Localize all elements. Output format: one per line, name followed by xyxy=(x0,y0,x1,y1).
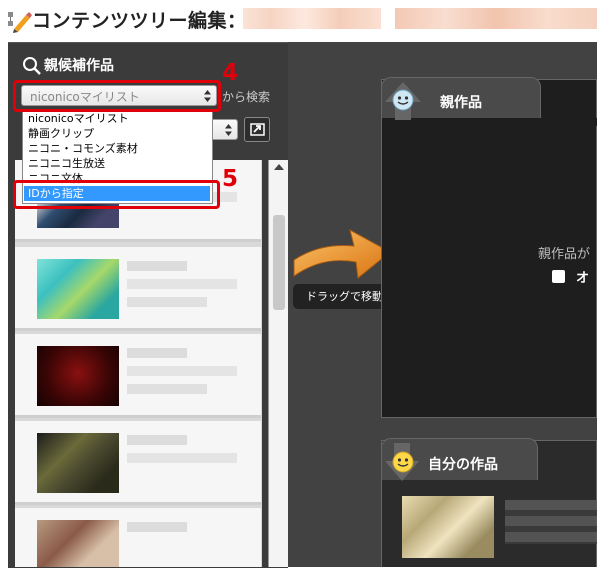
own-work-info xyxy=(505,500,597,544)
thumbnail xyxy=(37,433,119,493)
jump-icon xyxy=(250,123,265,136)
list-item[interactable] xyxy=(15,247,261,331)
item-meta xyxy=(127,297,207,307)
list-item[interactable] xyxy=(15,508,261,567)
dropdown-option[interactable]: ニコニ・コモンズ素材 xyxy=(24,141,210,156)
item-meta xyxy=(127,453,237,463)
own-work-title: 自分の作品 xyxy=(428,457,498,473)
redacted-title-2 xyxy=(395,8,597,29)
annotation-number-4: 4 xyxy=(222,60,239,86)
dropdown-option[interactable]: niconicoマイリスト xyxy=(24,111,210,126)
candidate-panel-title: 親候補作品 xyxy=(44,58,114,74)
select-arrows-icon xyxy=(225,124,232,136)
list-scrollbar[interactable] xyxy=(268,160,289,567)
thumbnail xyxy=(37,346,119,406)
item-title xyxy=(127,435,187,445)
header: コンテンツツリー編集： xyxy=(0,0,597,40)
dropdown-option[interactable]: ニコニコ生放送 xyxy=(24,156,210,171)
item-title xyxy=(127,348,187,358)
list-item[interactable] xyxy=(15,334,261,418)
search-suffix: から検索 xyxy=(222,90,271,104)
item-title xyxy=(127,261,187,271)
option-checkbox[interactable] xyxy=(552,270,565,283)
own-work-thumbnail[interactable] xyxy=(402,496,494,558)
scroll-thumb[interactable] xyxy=(273,215,285,310)
annotation-box-4 xyxy=(13,80,221,112)
parent-work-title: 親作品 xyxy=(440,95,482,111)
content-tree-icon xyxy=(8,12,32,33)
filter-select[interactable] xyxy=(210,119,238,140)
thumbnail xyxy=(37,259,119,319)
item-meta xyxy=(127,366,237,376)
item-meta xyxy=(127,279,237,289)
parent-placeholder-text: 親作品が xyxy=(538,247,591,262)
annotation-number-5: 5 xyxy=(222,166,239,192)
item-meta xyxy=(127,384,207,394)
go-button[interactable] xyxy=(244,117,270,142)
search-icon xyxy=(23,57,41,75)
redacted-title xyxy=(243,8,381,29)
list-item[interactable] xyxy=(15,421,261,505)
drag-arrow-icon xyxy=(293,229,391,279)
annotation-box-5 xyxy=(13,180,220,209)
thumbnail xyxy=(37,520,119,567)
item-title xyxy=(127,522,187,532)
dropdown-option[interactable]: 静画クリップ xyxy=(24,126,210,141)
smiley-yellow-icon xyxy=(392,451,414,473)
page-title: コンテンツツリー編集： xyxy=(32,10,247,32)
scroll-up-arrow-icon[interactable] xyxy=(274,164,284,170)
smiley-blue-icon xyxy=(392,89,414,111)
option-checkbox-label: オ xyxy=(576,271,590,286)
